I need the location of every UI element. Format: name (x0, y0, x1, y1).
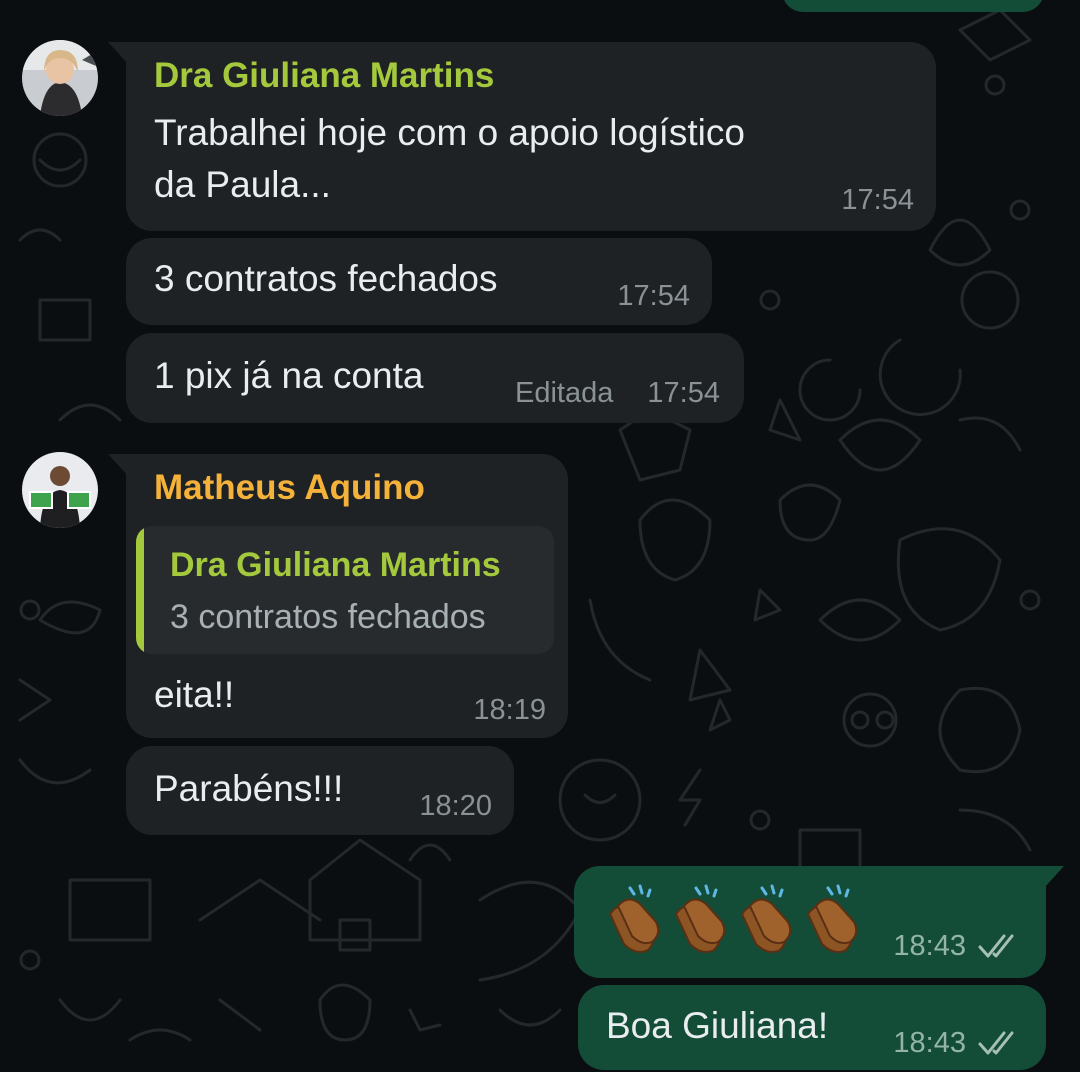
clapping-hands-icon (740, 884, 792, 953)
sender-name[interactable]: Dra Giuliana Martins (154, 56, 494, 96)
bubble-tail (108, 454, 128, 476)
bubble-tail (1044, 866, 1064, 888)
avatar-giuliana[interactable] (22, 40, 98, 116)
quote-text: 3 contratos fechados (170, 598, 486, 636)
message-time: 18:20 (419, 790, 492, 822)
bubble-tail (108, 42, 128, 64)
quote-sender: Dra Giuliana Martins (170, 546, 501, 584)
outgoing-message-bubble[interactable]: 18:43 (574, 866, 1064, 978)
message-text: Boa Giuliana! (606, 1005, 829, 1046)
quoted-message[interactable]: Dra Giuliana Martins 3 contratos fechado… (136, 526, 554, 654)
avatar-matheus-photo (22, 452, 98, 528)
read-receipt-icon (978, 1031, 1014, 1055)
edited-label: Editada (515, 377, 614, 409)
message-bubble[interactable]: 1 pix já na conta Editada 17:54 (126, 333, 744, 423)
message-time: 17:54 (841, 184, 914, 216)
avatar-matheus[interactable] (22, 452, 98, 528)
message-time: 18:43 (893, 1027, 966, 1059)
message-bubble[interactable]: Matheus Aquino Dra Giuliana Martins 3 co… (108, 454, 568, 738)
previous-outgoing-message[interactable] (782, 0, 1044, 12)
read-receipt-icon (978, 934, 1014, 958)
message-text: eita!! (154, 674, 235, 715)
message-text: Trabalhei hoje com o apoio logístico (154, 112, 745, 153)
outgoing-message-bubble[interactable]: Boa Giuliana! 18:43 (578, 985, 1046, 1070)
message-text: Parabéns!!! (154, 768, 344, 809)
message-text: da Paula... (154, 164, 331, 205)
message-text: 1 pix já na conta (154, 355, 424, 396)
message-time: 18:43 (893, 930, 966, 962)
message-time: 17:54 (647, 377, 720, 409)
message-bubble[interactable]: 3 contratos fechados 17:54 (126, 238, 712, 325)
message-bubble[interactable]: Dra Giuliana Martins Trabalhei hoje com … (108, 42, 936, 231)
message-time: 17:54 (617, 280, 690, 312)
clapping-hands-icon (608, 884, 660, 953)
message-text: 3 contratos fechados (154, 258, 498, 299)
sender-name[interactable]: Matheus Aquino (154, 468, 425, 508)
clapping-hands-icon (806, 884, 858, 953)
quote-bar (136, 526, 144, 654)
clapping-hands-icon (674, 884, 726, 953)
avatar-giuliana-photo (22, 40, 98, 116)
message-bubble[interactable]: Parabéns!!! 18:20 (126, 746, 514, 835)
message-time: 18:19 (473, 694, 546, 726)
